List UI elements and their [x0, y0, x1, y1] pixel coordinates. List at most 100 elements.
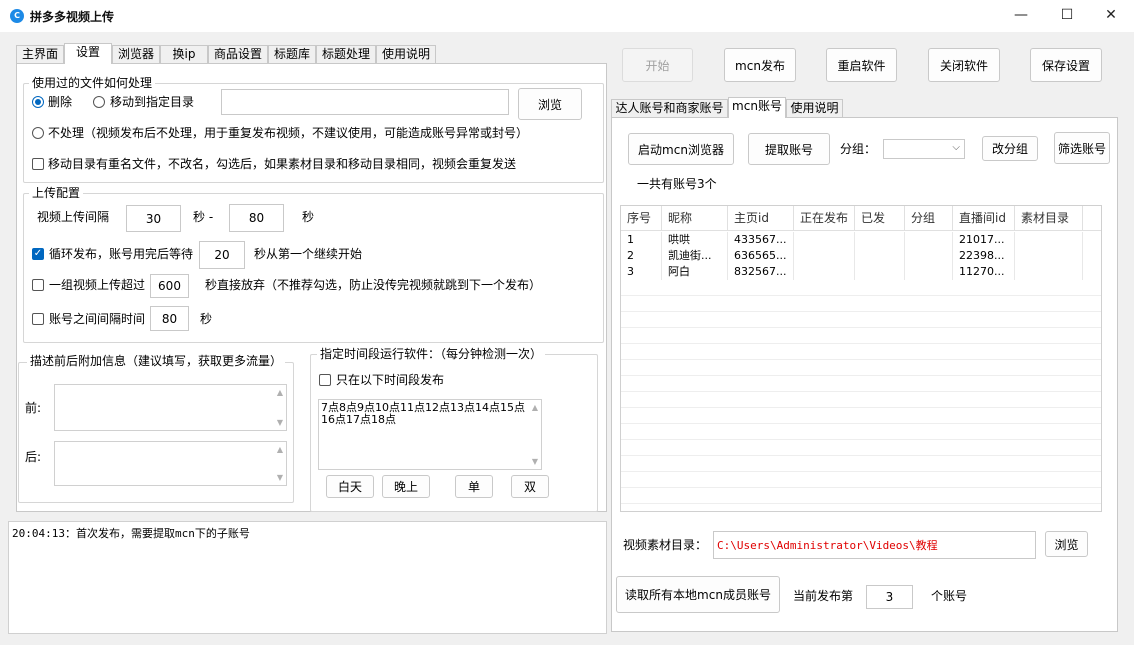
desc-info-legend: 描述前后附加信息（建议填写，获取更多流量）	[27, 354, 286, 368]
tab-title-processing[interactable]: 标题处理	[316, 45, 376, 64]
browse-move-button[interactable]: 浏览	[518, 88, 582, 120]
read-local-mcn-button[interactable]: 读取所有本地mcn成员账号	[616, 576, 780, 613]
log-area[interactable]: 20:04:13：首次发布，需要提取mcn下的子账号	[8, 521, 607, 634]
current-publish-label: 当前发布第	[793, 589, 854, 603]
upload-config-legend: 上传配置	[29, 186, 84, 200]
material-dir-input[interactable]: C:\Users\Administrator\Videos\教程	[713, 531, 1036, 559]
rename-checkbox[interactable]	[32, 158, 44, 170]
accounts-table[interactable]: 序号 昵称 主页id 正在发布 已发 分组 直播间id 素材目录 1 哄哄 43…	[620, 205, 1102, 512]
column-header[interactable]: 昵称	[662, 206, 728, 230]
browse-material-button[interactable]: 浏览	[1045, 531, 1088, 557]
cell-home-id: 832567...	[728, 264, 794, 280]
account-interval-checkbox[interactable]	[32, 313, 44, 325]
close-app-button[interactable]: 关闭软件	[928, 48, 1000, 82]
table-row[interactable]: 1 哄哄 433567... 21017...	[621, 232, 1083, 248]
schedule-legend: 指定时间段运行软件：（每分钟检测一次）	[317, 347, 546, 361]
empty-rows	[621, 280, 1101, 511]
account-interval-label: 账号之间间隔时间	[49, 312, 146, 326]
fetch-accounts-button[interactable]: 提取账号	[748, 133, 830, 165]
rename-label: 移动目录有重名文件，不改名，勾选后，如果素材目录和移动目录相同，视频会重复发送	[48, 157, 517, 171]
cell-published	[855, 248, 905, 264]
material-dir-label: 视频素材目录：	[623, 538, 708, 552]
scroll-up-icon[interactable]: ▲	[277, 445, 283, 454]
cell-home-id: 636565...	[728, 248, 794, 264]
scroll-up-icon[interactable]: ▲	[532, 403, 538, 412]
cell-nickname: 哄哄	[662, 232, 728, 248]
close-button[interactable]: ✕	[1088, 0, 1134, 32]
tab-instructions[interactable]: 使用说明	[376, 45, 436, 64]
tab-main[interactable]: 主界面	[16, 45, 64, 64]
cell-published	[855, 264, 905, 280]
minimize-button[interactable]: —	[998, 0, 1044, 32]
only-time-checkbox[interactable]	[319, 374, 331, 386]
column-header[interactable]: 直播间id	[953, 206, 1015, 230]
launch-mcn-browser-button[interactable]: 启动mcn浏览器	[628, 133, 734, 165]
column-header[interactable]: 已发	[855, 206, 905, 230]
hours-textarea[interactable]: 7点8点9点10点11点12点13点14点15点16点17点18点 ▲ ▼	[318, 399, 542, 470]
loop-label: 循环发布，账号用完后等待	[49, 247, 194, 261]
tab-creator-merchant-accounts[interactable]: 达人账号和商家账号	[611, 99, 728, 118]
move-path-input[interactable]	[221, 89, 509, 115]
delete-radio[interactable]	[32, 96, 44, 108]
mcn-publish-button[interactable]: mcn发布	[724, 48, 796, 82]
current-publish-input[interactable]: 3	[866, 585, 913, 609]
tab-title-library[interactable]: 标题库	[268, 45, 316, 64]
start-button[interactable]: 开始	[622, 48, 693, 82]
group-select[interactable]: ⌵	[883, 139, 965, 159]
cell-index: 1	[621, 232, 662, 248]
night-button[interactable]: 晚上	[382, 475, 430, 498]
column-header[interactable]: 序号	[621, 206, 662, 230]
tab-mcn-accounts[interactable]: mcn账号	[728, 97, 786, 118]
restart-app-button[interactable]: 重启软件	[826, 48, 897, 82]
delete-label: 删除	[48, 95, 73, 109]
tab-settings[interactable]: 设置	[64, 43, 112, 64]
tab-product-settings[interactable]: 商品设置	[208, 45, 268, 64]
group-timeout-input[interactable]: 600	[150, 274, 189, 298]
tab-browser[interactable]: 浏览器	[112, 45, 160, 64]
before-label: 前:	[25, 401, 42, 415]
cell-group	[905, 248, 953, 264]
log-text: 20:04:13：首次发布，需要提取mcn下的子账号	[12, 527, 250, 540]
scroll-down-icon[interactable]: ▼	[532, 457, 538, 466]
loop-checkbox[interactable]: ✓	[32, 248, 44, 260]
account-count-text: 一共有账号3个	[637, 177, 717, 191]
group-timeout-suffix: 秒直接放弃（不推荐勾选，防止没传完视频就跳到下一个发布）	[205, 278, 542, 292]
cell-material-dir	[1015, 232, 1083, 248]
account-interval-input[interactable]: 80	[150, 306, 189, 331]
interval-min-input[interactable]: 30	[126, 205, 181, 232]
daytime-button[interactable]: 白天	[326, 475, 374, 498]
interval-max-input[interactable]: 80	[229, 204, 284, 232]
window-title: 拼多多视频上传	[30, 10, 115, 24]
table-row[interactable]: 2 凯迪街... 636565... 22398...	[621, 248, 1083, 264]
after-textarea[interactable]: ▲ ▼	[54, 441, 287, 486]
change-group-button[interactable]: 改分组	[982, 136, 1038, 161]
group-label: 分组：	[840, 142, 877, 156]
table-row[interactable]: 3 阿白 832567... 11270...	[621, 264, 1083, 280]
even-button[interactable]: 双	[511, 475, 549, 498]
tab-change-ip[interactable]: 换ip	[160, 45, 208, 64]
column-header[interactable]: 分组	[905, 206, 953, 230]
odd-button[interactable]: 单	[455, 475, 493, 498]
interval-label: 视频上传间隔	[37, 210, 110, 224]
loop-wait-input[interactable]: 20	[199, 241, 245, 269]
tab-right-instructions[interactable]: 使用说明	[786, 99, 843, 118]
cell-home-id: 433567...	[728, 232, 794, 248]
save-settings-button[interactable]: 保存设置	[1030, 48, 1102, 82]
column-header[interactable]: 正在发布	[794, 206, 855, 230]
chevron-down-icon: ⌵	[952, 142, 960, 153]
app-logo-icon: C	[10, 9, 24, 23]
cell-group	[905, 264, 953, 280]
scroll-down-icon[interactable]: ▼	[277, 473, 283, 482]
scroll-up-icon[interactable]: ▲	[277, 388, 283, 397]
move-radio[interactable]	[93, 96, 105, 108]
group-timeout-checkbox[interactable]	[32, 279, 44, 291]
filter-accounts-button[interactable]: 筛选账号	[1054, 132, 1110, 164]
no-process-radio[interactable]	[32, 127, 44, 139]
cell-index: 3	[621, 264, 662, 280]
maximize-button[interactable]: ☐	[1044, 0, 1090, 32]
scroll-down-icon[interactable]: ▼	[277, 418, 283, 427]
column-header[interactable]: 主页id	[728, 206, 794, 230]
column-header[interactable]: 素材目录	[1015, 206, 1083, 230]
file-handling-legend: 使用过的文件如何处理	[29, 76, 156, 90]
before-textarea[interactable]: ▲ ▼	[54, 384, 287, 431]
